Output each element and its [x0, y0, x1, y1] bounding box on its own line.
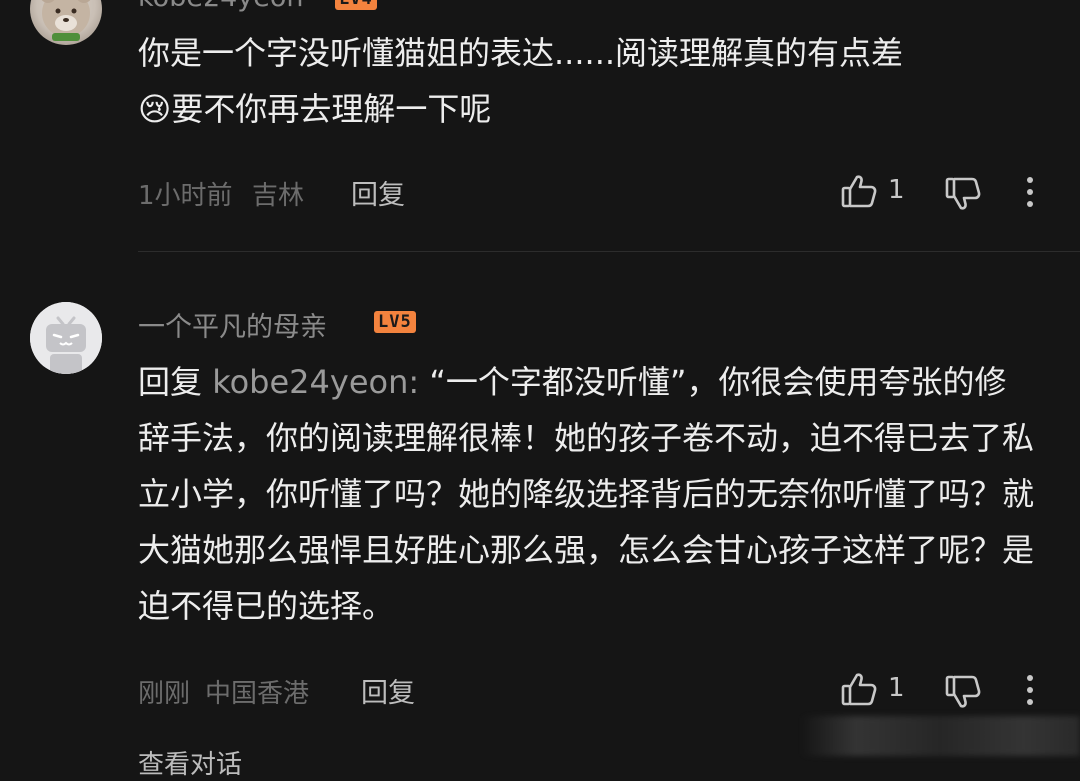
reply-button[interactable]: 回复: [351, 173, 405, 212]
comment-time: 刚刚: [138, 679, 191, 709]
comment-body: 你是一个字没听懂猫姐的表达......阅读理解真的有点差 😢要不你再去理解一下呢: [138, 25, 1038, 137]
crying-emoji-icon: 😢: [138, 90, 172, 128]
thumbs-up-icon[interactable]: [840, 670, 878, 712]
comment-time: 1小时前: [138, 181, 233, 211]
comment-text-line: 😢要不你再去理解一下呢: [138, 81, 1038, 137]
view-conversation-link[interactable]: 查看对话: [138, 744, 242, 781]
like-count: 1: [888, 175, 905, 205]
reply-prefix: 回复: [138, 363, 203, 401]
reply-button[interactable]: 回复: [361, 671, 415, 710]
comment-body: 回复 kobe24yeon: “一个字都没听懂”，你很会使用夸张的修辞手法，你的…: [138, 354, 1038, 634]
username[interactable]: 一个平凡的母亲: [138, 305, 327, 344]
comment-divider: [138, 251, 1080, 252]
thumbs-up-icon[interactable]: [840, 172, 878, 214]
like-count: 1: [888, 673, 905, 703]
user-avatar[interactable]: [30, 0, 102, 45]
more-options-icon[interactable]: [1024, 176, 1036, 212]
user-avatar[interactable]: [30, 302, 102, 374]
watermark-blur: [800, 716, 1080, 756]
mention-link[interactable]: kobe24yeon:: [212, 363, 419, 401]
level-badge: LV4: [335, 0, 377, 10]
comment-location: 中国香港: [205, 679, 310, 709]
thumbs-down-icon[interactable]: [944, 673, 982, 715]
comment-text: “一个字都没听懂”，你很会使用夸张的修辞手法，你的阅读理解很棒！她的孩子卷不动，…: [138, 363, 1035, 625]
comment-text-continued: 要不你再去理解一下呢: [171, 90, 492, 128]
more-options-icon[interactable]: [1024, 674, 1036, 710]
comment-text-line: 你是一个字没听懂猫姐的表达......阅读理解真的有点差: [138, 34, 904, 72]
thumbs-down-icon[interactable]: [944, 175, 982, 217]
bear-avatar-icon: [41, 0, 91, 41]
tv-avatar-icon: [30, 302, 102, 374]
username[interactable]: kobe24yeon: [138, 0, 304, 13]
level-badge: LV5: [374, 311, 416, 333]
comment-location: 吉林: [252, 181, 305, 211]
